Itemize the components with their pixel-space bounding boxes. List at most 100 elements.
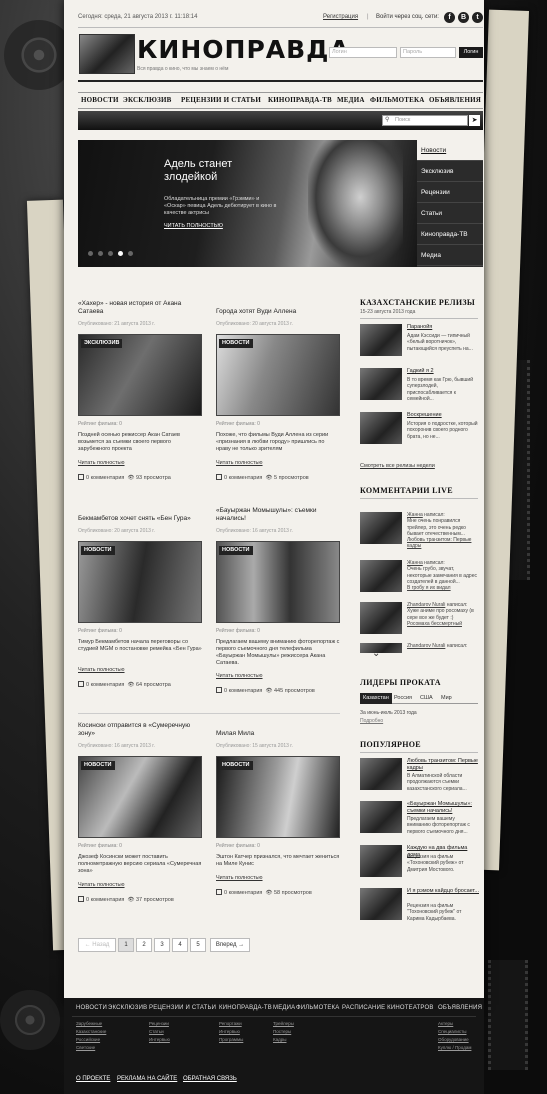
- nav-item-ads[interactable]: ОБЪЯВЛЕНИЯ: [429, 96, 481, 104]
- all-releases-link[interactable]: Смотреть все релизы недели: [360, 463, 435, 469]
- footer-link[interactable]: Зарубежные: [76, 1020, 106, 1028]
- footer-link[interactable]: Статьи: [149, 1028, 170, 1036]
- slide-read-more-link[interactable]: ЧИТАТЬ ПОЛНОСТЬЮ: [164, 223, 223, 229]
- nav-item-reviews[interactable]: РЕЦЕНЗИИ И СТАТЬИ: [181, 96, 261, 104]
- news-title[interactable]: Города хотят Вуди Аллена: [216, 308, 342, 316]
- footer-link[interactable]: Кадры: [273, 1036, 294, 1044]
- release-title[interactable]: Паранойя: [407, 324, 479, 331]
- release-item[interactable]: Паранойя Адам Кэссиди — типичный «белый в…: [360, 324, 478, 360]
- footer-link[interactable]: Актеры: [438, 1020, 471, 1028]
- footer-link[interactable]: Куплю / Продам: [438, 1044, 471, 1052]
- read-more-link[interactable]: Читать полностью: [216, 875, 263, 881]
- popular-item[interactable]: И я рэмом кайдцо бросает... Рецензия на ф…: [360, 888, 479, 924]
- footer-nav-exclusive[interactable]: ЭКСКЛЮЗИВ: [108, 1005, 147, 1011]
- search-input[interactable]: Поиск: [382, 115, 468, 126]
- footer-link[interactable]: Интервью: [149, 1036, 170, 1044]
- facebook-icon[interactable]: f: [444, 12, 455, 23]
- footer-link[interactable]: Рецензии: [149, 1020, 170, 1028]
- about-link[interactable]: О ПРОЕКТЕ: [76, 1076, 110, 1082]
- comment-author[interactable]: Zhandarov Nurali: [407, 602, 445, 608]
- pagination-prev[interactable]: ← Назад: [78, 938, 116, 952]
- pagination-page[interactable]: 4: [172, 938, 188, 952]
- popular-title[interactable]: «Бауыржан Момышулы»: съемки начались!: [407, 801, 479, 815]
- slider-menu-media[interactable]: Медиа: [417, 245, 483, 266]
- news-title[interactable]: «Бауыржан Момышулы»: съемки начались!: [216, 507, 342, 523]
- release-title[interactable]: Воскрешение: [407, 412, 479, 419]
- popular-item[interactable]: Каждую на два фильма домa Рецензия на фил…: [360, 845, 478, 881]
- nav-item-news[interactable]: НОВОСТИ: [81, 96, 119, 104]
- feedback-link[interactable]: ОБРАТНАЯ СВЯЗЬ: [183, 1076, 237, 1082]
- slide-dot[interactable]: [98, 251, 103, 256]
- pagination-page-current[interactable]: 1: [118, 938, 134, 952]
- release-title[interactable]: Гадкий я 2: [407, 368, 479, 375]
- footer-link[interactable]: Постеры: [273, 1028, 294, 1036]
- advertising-link[interactable]: РЕКЛАМА НА САЙТЕ: [117, 1076, 177, 1082]
- pagination-next[interactable]: Вперед →: [210, 938, 250, 952]
- news-image[interactable]: НОВОСТИ: [78, 541, 202, 623]
- news-title[interactable]: Милая Мила: [216, 730, 342, 738]
- news-image[interactable]: НОВОСТИ: [78, 756, 202, 838]
- footer-link[interactable]: Казахстанские: [76, 1028, 106, 1036]
- nav-item-tv[interactable]: КИНОПРАВДА-ТВ: [268, 96, 332, 104]
- slide-dot[interactable]: [108, 251, 113, 256]
- footer-nav-filmoteka[interactable]: ФИЛЬМОТЕКА: [296, 1005, 339, 1011]
- comment-link[interactable]: В гробу я их видал: [407, 585, 451, 591]
- news-title[interactable]: «Хахер» - новая история от Акана Сатаева: [78, 300, 204, 316]
- register-link[interactable]: Регистрация: [323, 14, 358, 20]
- slider-menu-news[interactable]: Новости: [417, 140, 483, 161]
- tab-world[interactable]: Мир: [438, 693, 455, 704]
- footer-nav-tv[interactable]: КИНОПРАВДА-ТВ: [219, 1005, 272, 1011]
- news-image[interactable]: НОВОСТИ: [216, 756, 340, 838]
- slider-menu-reviews[interactable]: Рецензии: [417, 182, 483, 203]
- footer-nav-schedule[interactable]: РАСПИСАНИЕ КИНОТЕАТРОВ: [342, 1005, 434, 1011]
- slide-dot[interactable]: [88, 251, 93, 256]
- footer-link[interactable]: Российские: [76, 1036, 106, 1044]
- news-title[interactable]: Косински отправится в «Сумеречную зону»: [78, 722, 204, 738]
- nav-item-exclusive[interactable]: ЭКСКЛЮЗИВ: [123, 96, 172, 104]
- popular-item[interactable]: «Бауыржан Момышулы»: съемки начались! Пре…: [360, 801, 478, 837]
- comment-item[interactable]: Жанна написал: Мне очень понравился трейл…: [360, 512, 478, 554]
- footer-link[interactable]: Трейлеры: [273, 1020, 294, 1028]
- comment-item[interactable]: Жанна написал: Очень грубо, звучат, некот…: [360, 560, 478, 600]
- popular-title[interactable]: И я рэмом кайдцо бросает...: [407, 888, 479, 895]
- twitter-icon[interactable]: t: [472, 12, 483, 23]
- slider-menu-exclusive[interactable]: Эксклюзив: [417, 161, 483, 182]
- slider-menu-tv[interactable]: Кинoправда-ТВ: [417, 224, 483, 245]
- comment-link[interactable]: Росомаха бессмертный: [407, 621, 462, 627]
- vkontakte-icon[interactable]: В: [458, 12, 469, 23]
- nav-item-filmoteka[interactable]: ФИЛЬМОТЕКА: [370, 96, 425, 104]
- site-logo[interactable]: КИНОПРАВДА: [137, 36, 350, 64]
- popular-title[interactable]: Любовь транзитом: Первые кадры: [407, 758, 479, 772]
- news-image[interactable]: ЭКСКЛЮЗИВ: [78, 334, 202, 416]
- tab-russia[interactable]: Россия: [391, 693, 415, 704]
- footer-link[interactable]: Светские: [76, 1044, 106, 1052]
- password-input[interactable]: Пароль: [400, 47, 456, 58]
- footer-link[interactable]: Оборудование: [438, 1036, 471, 1044]
- footer-nav-reviews[interactable]: РЕЦЕНЗИИ И СТАТЬИ: [149, 1005, 216, 1011]
- chevron-down-icon[interactable]: ⌄: [372, 648, 380, 659]
- tab-kazakhstan[interactable]: Казахстан: [360, 693, 392, 704]
- news-image[interactable]: НОВОСТИ: [216, 541, 340, 623]
- footer-nav-news[interactable]: НОВОСТИ: [76, 1005, 107, 1011]
- popular-item[interactable]: Любовь транзитом: Первые кадры В Алматинс…: [360, 758, 478, 794]
- comment-author[interactable]: Zhandarov Nurali: [407, 643, 445, 649]
- search-submit-button[interactable]: ➤: [469, 115, 480, 126]
- footer-nav-ads[interactable]: ОБЪЯВЛЕНИЯ: [438, 1005, 482, 1011]
- leaders-more-link[interactable]: Подробно: [360, 718, 383, 724]
- login-button[interactable]: Логин: [459, 47, 483, 58]
- footer-link[interactable]: Программы: [219, 1036, 243, 1044]
- slider-menu-articles[interactable]: Статьи: [417, 203, 483, 224]
- footer-link[interactable]: Интервью: [219, 1028, 243, 1036]
- slide-dot[interactable]: [128, 251, 133, 256]
- news-title[interactable]: Бекмамбетов хочет снять «Бен Гура»: [78, 515, 204, 523]
- login-input[interactable]: Логин: [329, 47, 397, 58]
- comment-link[interactable]: Любовь транзитом: Первые кадры: [407, 537, 471, 549]
- read-more-link[interactable]: Читать полностью: [216, 673, 263, 679]
- slide-dot-active[interactable]: [118, 251, 123, 256]
- comment-item[interactable]: Zhandarov Nurali написал: Хуже аниме про …: [360, 602, 478, 640]
- read-more-link[interactable]: Читать полностью: [78, 882, 125, 888]
- footer-link[interactable]: Специалисты: [438, 1028, 471, 1036]
- comment-author[interactable]: Жанна: [407, 512, 423, 518]
- pagination-page[interactable]: 2: [136, 938, 152, 952]
- comment-author[interactable]: Жанна: [407, 560, 423, 566]
